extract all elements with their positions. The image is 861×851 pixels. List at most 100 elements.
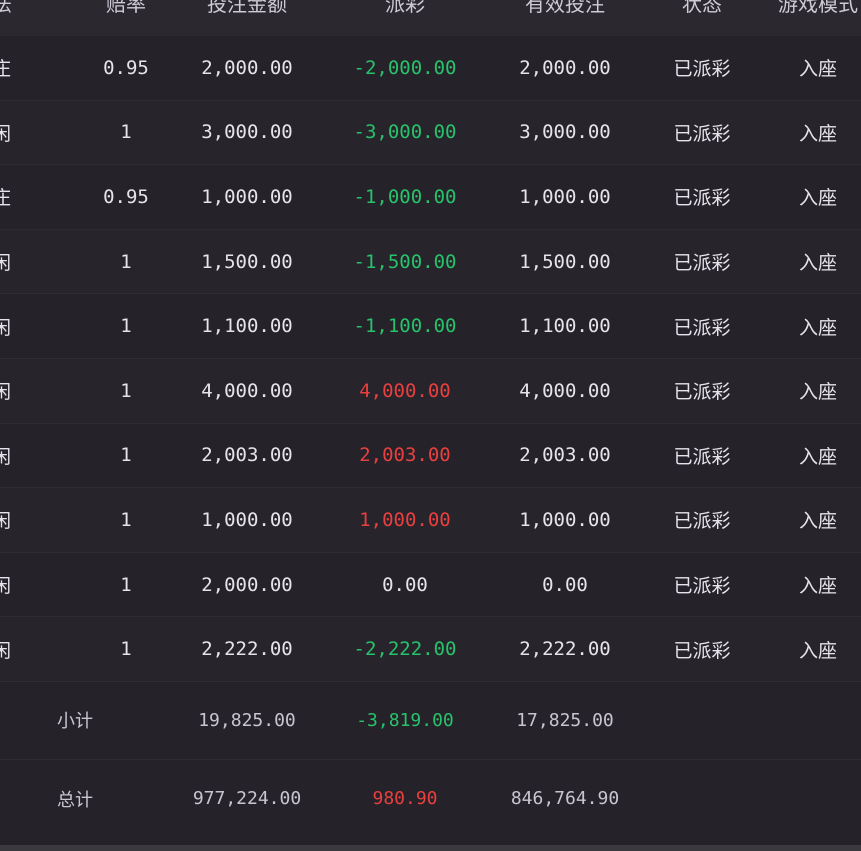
cell-amount: 4,000.00 [201, 379, 293, 402]
cell-valid-bet: 1,100.00 [519, 315, 611, 338]
header-game-mode: 游戏模式 [778, 0, 858, 16]
header-payout: 派彩 [385, 0, 425, 16]
cell-amount: 1,000.00 [201, 508, 293, 531]
cell-payout: 4,000.00 [359, 379, 451, 402]
cell-payout: 2,003.00 [359, 444, 451, 467]
cell-game-mode: 入座 [798, 252, 837, 275]
cell-odds: 1 [120, 379, 132, 402]
cell-valid-bet: 3,000.00 [519, 121, 611, 144]
subtotal-label: 小计 [57, 711, 93, 733]
cell-payout: -1,100.00 [353, 315, 457, 338]
cell-game-mode: 入座 [798, 575, 837, 598]
cell-status: 已派彩 [673, 252, 731, 275]
cell-payout: 0.00 [382, 573, 428, 596]
cell-valid-bet: 2,000.00 [519, 56, 611, 79]
cell-play: 闲 [0, 575, 12, 598]
cell-amount: 2,000.00 [201, 573, 293, 596]
table-header: 法 赔率 投注金额 派彩 有效投注 状态 游戏模式 [0, 0, 861, 36]
cell-play: 闲 [0, 510, 12, 533]
cell-payout: -2,222.00 [353, 638, 457, 661]
cell-valid-bet: 0.00 [542, 573, 588, 596]
cell-amount: 1,100.00 [201, 315, 293, 338]
table-row: 闲 1 2,003.00 2,003.00 2,003.00 已派彩 入座 [0, 424, 861, 489]
cell-status: 已派彩 [673, 381, 731, 404]
table-row: 闲 1 2,000.00 0.00 0.00 已派彩 入座 [0, 553, 861, 618]
header-valid-bet: 有效投注 [525, 0, 605, 16]
cell-odds: 1 [120, 315, 132, 338]
cell-game-mode: 入座 [798, 316, 837, 339]
cell-payout: 1,000.00 [359, 508, 451, 531]
cell-play: 闲 [0, 122, 12, 145]
total-valid-bet: 846,764.90 [510, 788, 620, 810]
total-row: 总计 977,224.00 980.90 846,764.90 [0, 759, 861, 838]
cell-odds: 1 [120, 121, 132, 144]
cell-game-mode: 入座 [798, 639, 837, 662]
cell-game-mode: 入座 [798, 445, 837, 468]
cell-play: 闲 [0, 639, 12, 662]
cell-valid-bet: 1,000.00 [519, 185, 611, 208]
cell-status: 已派彩 [673, 510, 731, 533]
table-row: 庄 0.95 2,000.00 -2,000.00 2,000.00 已派彩 入座 [0, 36, 861, 101]
cell-amount: 2,003.00 [201, 444, 293, 467]
cell-play: 闲 [0, 381, 12, 404]
cell-odds: 1 [120, 444, 132, 467]
header-odds: 赔率 [106, 0, 146, 16]
cell-status: 已派彩 [673, 316, 731, 339]
cell-play: 庄 [0, 187, 12, 210]
header-play: 法 [0, 0, 12, 16]
cell-play: 闲 [0, 252, 12, 275]
cell-game-mode: 入座 [798, 187, 837, 210]
cell-valid-bet: 1,500.00 [519, 250, 611, 273]
cell-odds: 0.95 [103, 185, 149, 208]
cell-status: 已派彩 [673, 445, 731, 468]
table-body: 庄 0.95 2,000.00 -2,000.00 2,000.00 已派彩 入座闲 1 3,0… [0, 36, 861, 682]
cell-amount: 1,500.00 [201, 250, 293, 273]
table-row: 闲 1 2,222.00 -2,222.00 2,222.00 已派彩 入座 [0, 617, 861, 682]
cell-payout: -1,000.00 [353, 185, 457, 208]
cell-play: 闲 [0, 445, 12, 468]
cell-status: 已派彩 [673, 575, 731, 598]
cell-game-mode: 入座 [798, 510, 837, 533]
subtotal-valid-bet: 17,825.00 [516, 709, 614, 731]
cell-status: 已派彩 [673, 187, 731, 210]
header-amount: 投注金额 [207, 0, 287, 16]
cell-amount: 2,000.00 [201, 56, 293, 79]
cell-play: 闲 [0, 316, 12, 339]
cell-status: 已派彩 [673, 122, 731, 145]
cell-game-mode: 入座 [798, 58, 837, 81]
cell-odds: 1 [120, 573, 132, 596]
cell-play: 庄 [0, 58, 12, 81]
table-row: 闲 1 1,100.00 -1,100.00 1,100.00 已派彩 入座 [0, 294, 861, 359]
table-row: 闲 1 3,000.00 -3,000.00 3,000.00 已派彩 入座 [0, 100, 861, 166]
subtotal-row: 小计 19,825.00 -3,819.00 17,825.00 [0, 681, 861, 760]
cell-valid-bet: 4,000.00 [519, 379, 611, 402]
subtotal-payout: -3,819.00 [356, 709, 454, 731]
cell-valid-bet: 1,000.00 [519, 508, 611, 531]
cell-odds: 1 [120, 638, 132, 661]
cell-payout: -1,500.00 [353, 250, 457, 273]
total-payout: 980.90 [372, 788, 438, 810]
cell-payout: -3,000.00 [353, 121, 457, 144]
total-label: 总计 [57, 789, 93, 811]
cell-odds: 1 [120, 508, 132, 531]
table-row: 庄 0.95 1,000.00 -1,000.00 1,000.00 已派彩 入座 [0, 165, 861, 230]
header-status: 状态 [682, 0, 722, 16]
cell-game-mode: 入座 [798, 381, 837, 404]
cell-valid-bet: 2,222.00 [519, 638, 611, 661]
cell-amount: 3,000.00 [201, 121, 293, 144]
cell-status: 已派彩 [673, 58, 731, 81]
table-row: 闲 1 4,000.00 4,000.00 4,000.00 已派彩 入座 [0, 358, 861, 424]
table-row: 闲 1 1,000.00 1,000.00 1,000.00 已派彩 入座 [0, 488, 861, 553]
bet-records-table: 法 赔率 投注金额 派彩 有效投注 状态 游戏模式 庄 0.95 2,000.00 -… [0, 0, 861, 838]
cell-game-mode: 入座 [798, 122, 837, 145]
cell-status: 已派彩 [673, 639, 731, 662]
subtotal-amount: 19,825.00 [198, 709, 296, 731]
cell-valid-bet: 2,003.00 [519, 444, 611, 467]
cell-amount: 2,222.00 [201, 638, 293, 661]
cell-payout: -2,000.00 [353, 56, 457, 79]
cell-amount: 1,000.00 [201, 185, 293, 208]
cell-odds: 1 [120, 250, 132, 273]
table-row: 闲 1 1,500.00 -1,500.00 1,500.00 已派彩 入座 [0, 229, 861, 295]
cell-odds: 0.95 [103, 56, 149, 79]
bottom-scroll-bar[interactable] [0, 845, 861, 851]
